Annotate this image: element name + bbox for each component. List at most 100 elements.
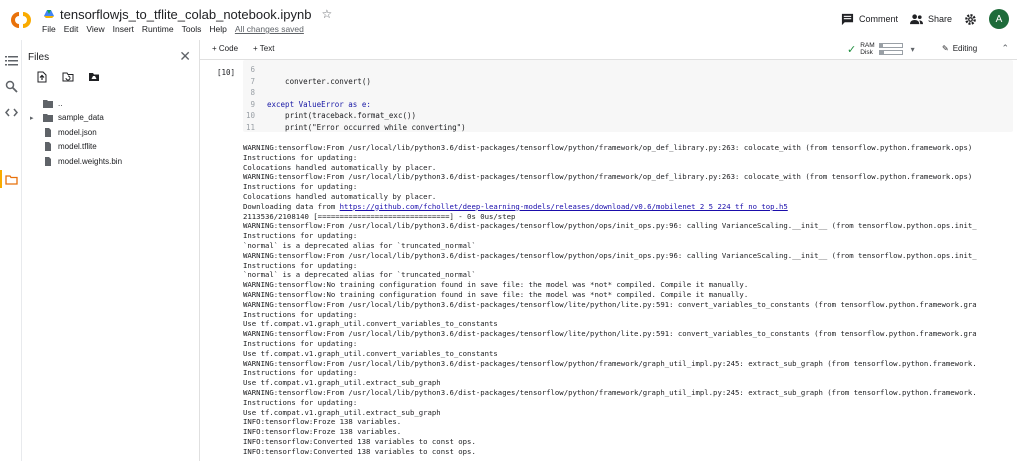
output-text: Use tf.compat.v1.graph_util.extract_sub_… (243, 378, 441, 388)
menu-runtime[interactable]: Runtime (142, 24, 174, 34)
line-number: 11 (245, 122, 255, 132)
output-text: Instructions for updating: (243, 368, 358, 378)
output-line: WARNING:tensorflow:From /usr/local/lib/p… (243, 221, 1017, 231)
chevron-up-icon[interactable]: ⌃ (1001, 43, 1009, 54)
output-line: Instructions for updating: (243, 182, 1017, 192)
output-line: Downloading data from https://github.com… (243, 202, 1017, 212)
code-line: 10 print(traceback.format_exc()) (243, 110, 416, 122)
output-text: `normal` is a deprecated alias for `trun… (243, 270, 476, 280)
download-link[interactable]: https://github.com/fchollet/deep-learnin… (340, 202, 788, 211)
output-line: WARNING:tensorflow:From /usr/local/lib/p… (243, 359, 1017, 369)
colab-logo[interactable] (8, 8, 34, 32)
output-text: Use tf.compat.v1.graph_util.extract_sub_… (243, 407, 441, 417)
output-text: Downloading data from (243, 201, 340, 211)
output-text: Instructions for updating: (243, 152, 358, 162)
tree-item-model-json[interactable]: model.json (30, 125, 122, 140)
file-icon (45, 142, 51, 152)
menu-view[interactable]: View (86, 24, 104, 34)
gear-icon[interactable] (964, 13, 977, 26)
output-text: INFO:tensorflow:Froze 138 variables. (243, 417, 402, 427)
notebook-title[interactable]: tensorflowjs_to_tflite_colab_notebook.ip… (60, 7, 312, 22)
output-line: WARNING:tensorflow:From /usr/local/lib/p… (243, 172, 1017, 182)
menu-tools[interactable]: Tools (182, 24, 202, 34)
menu-help[interactable]: Help (209, 24, 226, 34)
menu-bar: File Edit View Insert Runtime Tools Help… (42, 24, 304, 34)
save-status-link[interactable]: All changes saved (235, 24, 304, 34)
chevron-down-icon[interactable]: ▾ (911, 45, 915, 54)
output-text: `normal` is a deprecated alias for `trun… (243, 240, 476, 250)
output-line: INFO:tensorflow:Froze 138 variables. (243, 427, 1017, 437)
expand-caret-icon[interactable]: ▸ (30, 114, 38, 122)
ram-bar (878, 43, 903, 48)
pencil-icon: ✎ (942, 44, 949, 53)
menu-edit[interactable]: Edit (64, 24, 79, 34)
left-rail (0, 40, 22, 461)
output-text: Instructions for updating: (243, 182, 358, 192)
output-line: Use tf.compat.v1.graph_util.extract_sub_… (243, 408, 1017, 418)
output-text: 2113536/2108140 [=======================… (243, 211, 516, 221)
tree-item-sample-data[interactable]: ▸ sample_data (30, 111, 122, 126)
folder-icon[interactable] (5, 173, 18, 186)
output-line: WARNING:tensorflow:No training configura… (243, 280, 1017, 290)
line-number: 6 (250, 65, 255, 75)
editing-mode-button[interactable]: ✎ Editing (942, 44, 977, 53)
add-text-button[interactable]: + Text (253, 44, 274, 53)
mount-drive-icon[interactable] (88, 71, 100, 83)
code-snippets-icon[interactable] (5, 106, 18, 119)
code-text: print(traceback.format_exc()) (267, 111, 417, 121)
code-line: 9 except ValueError as e: (243, 99, 370, 111)
refresh-folder-icon[interactable] (62, 71, 74, 83)
toc-icon[interactable] (5, 54, 18, 67)
output-line: Instructions for updating: (243, 310, 1017, 320)
output-text: INFO:tensorflow:Converted 138 variables … (243, 446, 476, 456)
line-number: 7 (250, 76, 255, 86)
notebook-toolbar: + Code + Text ✓ RAM Disk ▾ ✎ Editing ⌃ (200, 40, 1017, 60)
ram-bar-fill (879, 44, 883, 47)
ram-label: RAM (860, 42, 875, 49)
line-number: 10 (245, 111, 255, 121)
output-text: WARNING:tensorflow:No training configura… (243, 289, 749, 299)
output-line: Use tf.compat.v1.graph_util.extract_sub_… (243, 378, 1017, 388)
output-text: Colocations handled automatically by pla… (243, 162, 437, 172)
add-code-button[interactable]: + Code (212, 44, 238, 53)
output-line: WARNING:tensorflow:No training configura… (243, 290, 1017, 300)
disk-bar (878, 50, 903, 55)
output-text: WARNING:tensorflow:From /usr/local/lib/p… (243, 299, 977, 309)
code-text: print("Error occurred while converting") (267, 122, 466, 132)
close-icon[interactable]: ✕ (179, 48, 191, 65)
menu-insert[interactable]: Insert (113, 24, 134, 34)
file-icon (45, 127, 51, 137)
output-text: Instructions for updating: (243, 397, 358, 407)
output-line: INFO:tensorflow:Converted 138 variables … (243, 437, 1017, 447)
menu-file[interactable]: File (42, 24, 56, 34)
search-icon[interactable] (5, 80, 18, 93)
cell-execution-count[interactable]: [10] (217, 68, 235, 77)
star-icon[interactable]: ☆ (322, 7, 333, 21)
tree-item-label: sample_data (58, 113, 104, 123)
comment-button[interactable]: Comment (841, 13, 898, 26)
output-text: WARNING:tensorflow:From /usr/local/lib/p… (243, 221, 977, 231)
output-line: WARNING:tensorflow:From /usr/local/lib/p… (243, 388, 1017, 398)
tree-item-parent[interactable]: .. (30, 96, 122, 111)
code-editor[interactable]: 6 7 converter.convert() 8 9 except Value… (243, 60, 1013, 132)
file-icon (45, 156, 51, 166)
avatar[interactable]: A (989, 9, 1009, 29)
output-text: INFO:tensorflow:Converted 138 variables … (243, 436, 476, 446)
output-line: Use tf.compat.v1.graph_util.convert_vari… (243, 319, 1017, 329)
output-line: Colocations handled automatically by pla… (243, 163, 1017, 173)
output-text: WARNING:tensorflow:From /usr/local/lib/p… (243, 387, 977, 397)
output-text: Use tf.compat.v1.graph_util.convert_vari… (243, 319, 498, 329)
tree-item-model-weights[interactable]: model.weights.bin (30, 154, 122, 169)
output-line: INFO:tensorflow:Froze 138 variables. (243, 417, 1017, 427)
output-text: Use tf.compat.v1.graph_util.convert_vari… (243, 348, 498, 358)
tree-item-model-tflite[interactable]: model.tflite (30, 140, 122, 155)
comment-label: Comment (858, 14, 898, 24)
files-panel: Files ✕ .. ▸ sample_data model.json mode… (22, 40, 200, 461)
upload-icon[interactable] (36, 71, 48, 83)
tree-item-label: model.weights.bin (58, 156, 123, 166)
resources-indicator[interactable]: ✓ RAM Disk ▾ (847, 42, 915, 56)
output-text: INFO:tensorflow:Froze 138 variables. (243, 427, 402, 437)
drive-icon[interactable] (44, 9, 54, 19)
output-line: INFO:tensorflow:Converted 138 variables … (243, 447, 1017, 457)
share-button[interactable]: Share (909, 13, 952, 26)
